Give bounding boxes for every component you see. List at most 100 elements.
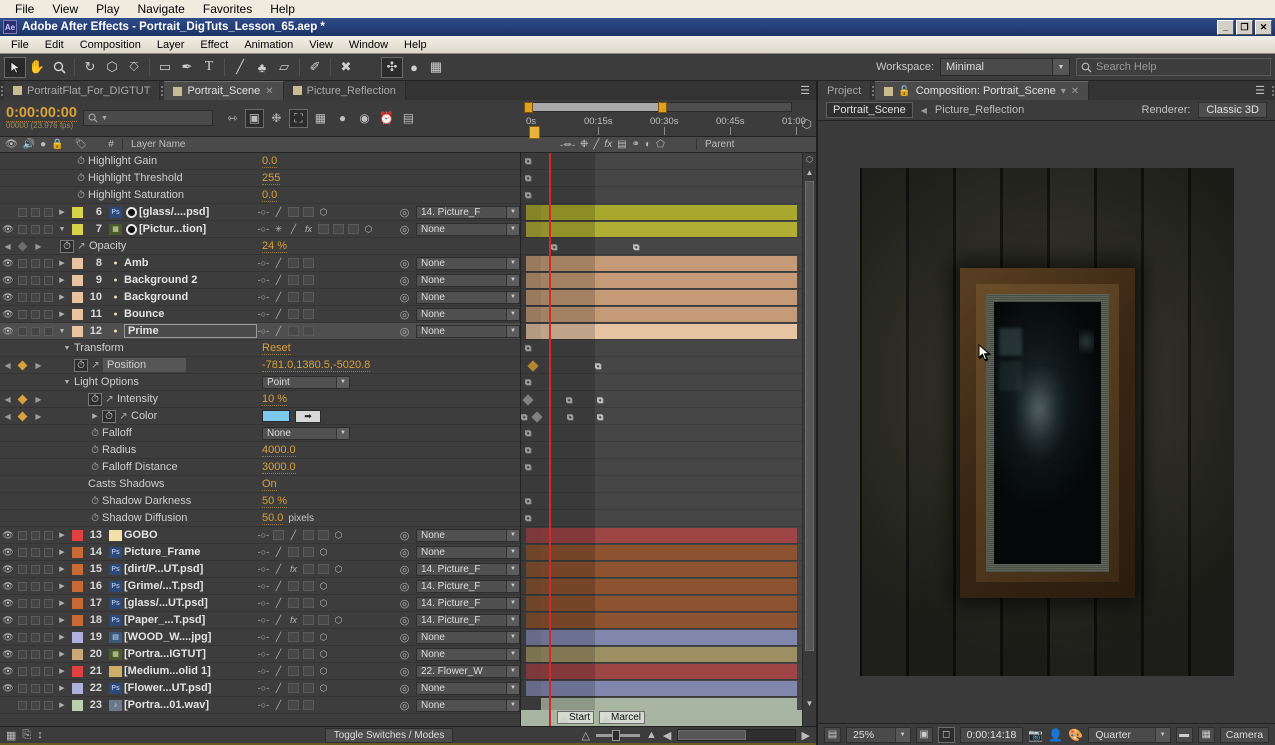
parent-pickwhip[interactable]: ◎ xyxy=(397,325,412,338)
switch-box[interactable] xyxy=(287,581,300,591)
quality-switch[interactable]: ╱ xyxy=(272,649,285,660)
switch-box[interactable] xyxy=(317,530,330,540)
solo-toggle[interactable] xyxy=(29,207,42,217)
expand-layer-triangle[interactable]: ▶ xyxy=(55,259,69,267)
parent-dropdown[interactable]: None ▼ xyxy=(416,630,520,644)
solo-toggle[interactable] xyxy=(29,649,42,659)
switch-box[interactable] xyxy=(302,598,315,608)
shape-tool[interactable]: ▭ xyxy=(154,57,176,78)
current-time-indicator[interactable] xyxy=(529,126,540,139)
label-color-swatch[interactable] xyxy=(69,291,85,303)
label-color-swatch[interactable] xyxy=(69,529,85,541)
solo-toggle[interactable] xyxy=(29,326,42,336)
timeline-panel-menu-icon[interactable]: ☰ xyxy=(800,81,816,100)
os-menu-view[interactable]: View xyxy=(43,2,87,16)
scroll-down-arrow-icon[interactable]: ▼ xyxy=(803,697,816,710)
property-name[interactable]: Intensity xyxy=(117,393,158,405)
shy-switch[interactable]: -○- xyxy=(257,564,270,574)
switch-box[interactable] xyxy=(302,615,315,625)
timeline-property-row[interactable]: ◀ ▶ ▶ ⏱ ↗ Color ➡ xyxy=(0,408,520,425)
brush-tool[interactable]: ╱ xyxy=(229,57,251,78)
shy-switch[interactable]: -○- xyxy=(257,530,270,540)
parent-pickwhip[interactable]: ◎ xyxy=(397,257,412,270)
solo-toggle[interactable] xyxy=(29,632,42,642)
os-menu-navigate[interactable]: Navigate xyxy=(128,2,193,16)
switch-box[interactable] xyxy=(287,598,300,608)
stopwatch-icon[interactable]: ⏱ xyxy=(74,172,88,185)
choose-grid-guides-icon[interactable]: ▣ xyxy=(915,726,933,743)
brainstorm-icon[interactable]: ● xyxy=(333,109,352,128)
tab-composition-portrait-scene[interactable]: 🔓 Composition: Portrait_Scene ▾ ✕ xyxy=(875,81,1090,100)
layer-switches[interactable]: -○- ✳ ╱ fx ⬡ xyxy=(257,224,397,235)
expand-layer-triangle[interactable]: ▶ xyxy=(55,293,69,301)
always-preview-this-view-icon[interactable]: ▤ xyxy=(824,726,842,743)
parent-dropdown[interactable]: None ▼ xyxy=(416,698,520,712)
label-color-swatch[interactable] xyxy=(69,257,85,269)
value-graph-icon[interactable]: ↗ xyxy=(88,360,103,371)
value-graph-icon[interactable]: ↗ xyxy=(74,241,89,252)
stopwatch-icon[interactable]: ⏱ xyxy=(88,444,102,457)
layer-switches[interactable]: -○- ╱ ⬡ xyxy=(257,581,397,592)
lock-toggle[interactable] xyxy=(42,292,55,302)
next-keyframe-arrow[interactable]: ▶ xyxy=(35,412,41,421)
shy-switch[interactable]: -○- xyxy=(257,598,270,608)
switch-box[interactable] xyxy=(302,292,315,302)
label-color-swatch[interactable] xyxy=(69,665,85,677)
property-name[interactable]: Highlight Gain xyxy=(88,155,157,167)
3d-layer-switch[interactable]: ⬡ xyxy=(332,530,345,541)
switch-box[interactable] xyxy=(287,700,300,710)
lock-toggle[interactable] xyxy=(42,207,55,217)
keyframe-navigator[interactable]: ◀ ▶ xyxy=(0,394,46,404)
effects-switch[interactable]: fx xyxy=(287,615,300,625)
layer-switches[interactable]: -○- ╱ ⬡ xyxy=(257,530,397,541)
show-channel-icon[interactable]: 🎨 xyxy=(1068,728,1083,742)
layer-name[interactable]: Background xyxy=(124,291,257,303)
keyframe-diamond[interactable] xyxy=(18,241,28,251)
lock-toggle[interactable] xyxy=(42,615,55,625)
timeline-property-row[interactable]: ⏱ Highlight Gain 0.0 xyxy=(0,153,520,170)
audio-toggle[interactable] xyxy=(16,564,29,574)
timeline-layer-row[interactable]: ▶ 23 ♪ [Portra...01.wav] -○- ╱ ◎ None ▼ xyxy=(0,697,520,714)
quality-switch[interactable]: ╱ xyxy=(272,309,285,320)
layer-name[interactable]: [dirt/P...UT.psd] xyxy=(124,563,257,575)
timeline-property-row[interactable]: ⏱ Shadow Darkness 50 % xyxy=(0,493,520,510)
expand-group-triangle[interactable]: ▼ xyxy=(60,379,74,386)
property-name[interactable]: Position xyxy=(103,358,187,372)
hide-shy-layers-icon[interactable]: ❉ xyxy=(267,109,286,128)
video-visibility-toggle[interactable]: 👁 xyxy=(0,292,16,303)
lock-toggle[interactable] xyxy=(42,666,55,676)
solo-toggle[interactable] xyxy=(29,683,42,693)
switch-box[interactable] xyxy=(302,275,315,285)
label-color-swatch[interactable] xyxy=(69,580,85,592)
tab-project[interactable]: Project xyxy=(818,81,872,100)
lock-toggle[interactable] xyxy=(42,649,55,659)
close-button[interactable]: ✕ xyxy=(1255,19,1272,35)
property-value[interactable]: 3000.0 xyxy=(262,461,296,474)
restore-button[interactable]: ❐ xyxy=(1236,19,1253,35)
quality-switch[interactable]: ╱ xyxy=(272,292,285,303)
switch-box[interactable] xyxy=(302,683,315,693)
layer-switches[interactable]: -○- ╱ ⬡ xyxy=(257,207,397,218)
quality-switch[interactable]: ╱ xyxy=(272,615,285,626)
toggle-switches-modes-button[interactable]: Toggle Switches / Modes xyxy=(324,727,454,743)
timeline-layer-row[interactable]: 👁 ▶ 17 Ps [glass/...UT.psd] -○- ╱ ⬡ ◎ 14. Picture… xyxy=(0,595,520,612)
keyframe-navigator[interactable]: ◀ ▶ xyxy=(0,411,46,421)
layer-name[interactable]: [Paper_...T.psd] xyxy=(124,614,257,626)
previous-keyframe-arrow[interactable]: ◀ xyxy=(4,361,10,370)
layer-switches[interactable]: -○- ╱ xyxy=(257,258,397,269)
expand-layer-triangle[interactable]: ▶ xyxy=(55,310,69,318)
parent-dropdown[interactable]: 14. Picture_F ▼ xyxy=(416,562,520,576)
solo-header-icon[interactable]: ● xyxy=(40,139,46,150)
switch-box[interactable] xyxy=(302,326,315,336)
layer-name[interactable]: GOBO xyxy=(124,529,257,541)
hand-tool[interactable]: ✋ xyxy=(26,57,48,78)
timeline-property-row[interactable]: ⏱ Shadow Diffusion 50.0 pixels xyxy=(0,510,520,527)
work-area-end-handle[interactable] xyxy=(658,102,667,113)
stopwatch-icon[interactable]: ⏱ xyxy=(88,392,102,406)
os-menu-file[interactable]: File xyxy=(6,2,43,16)
panel-grip[interactable] xyxy=(1271,81,1275,100)
expand-layer-triangle[interactable]: ▶ xyxy=(55,582,69,590)
timeline-vertical-scrollbar[interactable]: ⬡ ▲ ▼ xyxy=(802,153,816,726)
quality-switch[interactable]: ╱ xyxy=(272,683,285,694)
parent-dropdown[interactable]: 14. Picture_F ▼ xyxy=(416,596,520,610)
